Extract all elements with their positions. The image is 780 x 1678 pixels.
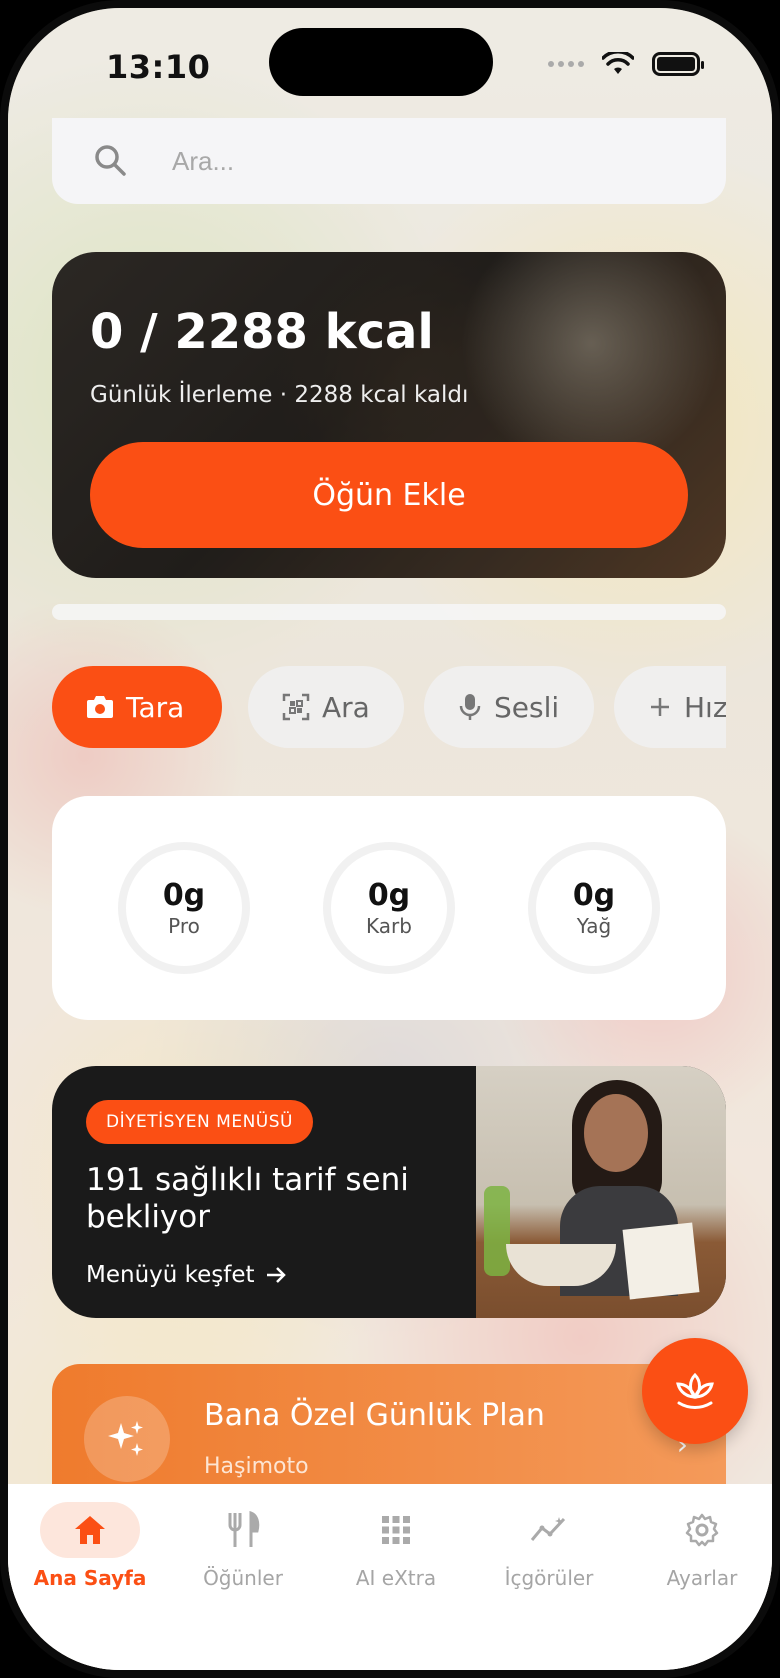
- tab-meals[interactable]: Öğünler: [167, 1502, 319, 1590]
- chip-quick[interactable]: Hızl: [614, 666, 726, 748]
- arrow-right-icon: [266, 1267, 286, 1283]
- plan-title: Bana Özel Günlük Plan: [204, 1398, 545, 1433]
- macro-fat-value: 0g: [572, 877, 616, 913]
- status-time: 13:10: [106, 48, 211, 86]
- search-bar[interactable]: [52, 118, 726, 204]
- tab-meals-label: Öğünler: [203, 1566, 283, 1590]
- wifi-icon: [602, 52, 634, 74]
- explore-menu-link[interactable]: Menüyü keşfet: [86, 1262, 287, 1288]
- signal-dots-icon: [548, 61, 584, 67]
- daily-progress-bar: [52, 604, 726, 620]
- tab-ai-extra-label: AI eXtra: [355, 1566, 437, 1590]
- chip-voice-label: Sesli: [494, 690, 560, 724]
- battery-icon: [652, 52, 704, 76]
- chip-voice[interactable]: Sesli: [424, 666, 594, 748]
- macros-card: 0g Pro 0g Karb 0g Yağ: [52, 796, 726, 1020]
- grid-icon: [382, 1516, 410, 1544]
- calorie-total: 0 / 2288 kcal: [90, 304, 434, 360]
- bottom-tab-bar: Ana Sayfa Öğünler AI eXtra İçgörüler Aya…: [8, 1484, 772, 1670]
- tab-settings[interactable]: Ayarlar: [626, 1502, 772, 1590]
- explore-menu-label: Menüyü keşfet: [86, 1262, 255, 1288]
- dietitian-menu-card[interactable]: DİYETİSYEN MENÜSÜ 191 sağlıklı tarif sen…: [52, 1066, 726, 1318]
- gear-icon: [685, 1513, 719, 1547]
- dynamic-island: [269, 28, 493, 96]
- phone-frame: 13:10 0 / 2288 k: [0, 0, 780, 1678]
- macro-carb: 0g Karb: [323, 842, 455, 974]
- microphone-icon: [459, 694, 481, 720]
- chip-search[interactable]: Ara: [248, 666, 404, 748]
- macro-protein-value: 0g: [162, 877, 206, 913]
- dietitian-badge: DİYETİSYEN MENÜSÜ: [86, 1100, 313, 1144]
- macro-fat: 0g Yağ: [528, 842, 660, 974]
- leaf-action-button[interactable]: [642, 1338, 748, 1444]
- search-input[interactable]: [172, 138, 672, 184]
- qr-scan-icon: [282, 693, 310, 721]
- tab-insights[interactable]: İçgörüler: [473, 1502, 625, 1590]
- plus-icon: [651, 698, 669, 716]
- chip-scan-label: Tara: [126, 690, 185, 724]
- action-chips: Tara Ara Sesli Hız: [52, 666, 726, 748]
- camera-icon: [87, 696, 113, 718]
- promo-title: 191 sağlıklı tarif seni bekliyor: [86, 1162, 409, 1236]
- macro-fat-label: Yağ: [576, 913, 612, 938]
- chart-line-icon: [530, 1517, 566, 1541]
- macro-protein: 0g Pro: [118, 842, 250, 974]
- calorie-remaining: Günlük İlerleme · 2288 kcal kaldı: [90, 382, 469, 408]
- chip-search-label: Ara: [322, 690, 370, 724]
- plan-subtitle: Haşimoto: [204, 1454, 309, 1479]
- utensils-icon: [228, 1511, 260, 1547]
- home-icon: [75, 1516, 105, 1544]
- tab-home[interactable]: Ana Sayfa: [14, 1502, 166, 1590]
- macro-protein-label: Pro: [168, 913, 200, 938]
- chip-quick-label: Hızl: [684, 690, 726, 724]
- leaf-icon: [676, 1372, 714, 1409]
- chip-scan[interactable]: Tara: [52, 666, 222, 748]
- tab-home-label: Ana Sayfa: [33, 1566, 147, 1590]
- daily-plan-card[interactable]: Bana Özel Günlük Plan Haşimoto ›: [52, 1364, 726, 1484]
- macro-carb-label: Karb: [366, 913, 412, 938]
- sparkles-icon: [84, 1396, 170, 1482]
- add-meal-button[interactable]: Öğün Ekle: [90, 442, 688, 548]
- status-icons: [548, 52, 704, 76]
- dietitian-photo: [476, 1066, 726, 1318]
- tab-ai-extra[interactable]: AI eXtra: [320, 1502, 472, 1590]
- calorie-progress-card: 0 / 2288 kcal Günlük İlerleme · 2288 kca…: [52, 252, 726, 578]
- tab-settings-label: Ayarlar: [666, 1566, 738, 1590]
- macro-carb-value: 0g: [367, 877, 411, 913]
- search-icon: [95, 145, 126, 176]
- tab-insights-label: İçgörüler: [504, 1566, 594, 1590]
- app-screen: 13:10 0 / 2288 k: [8, 8, 772, 1670]
